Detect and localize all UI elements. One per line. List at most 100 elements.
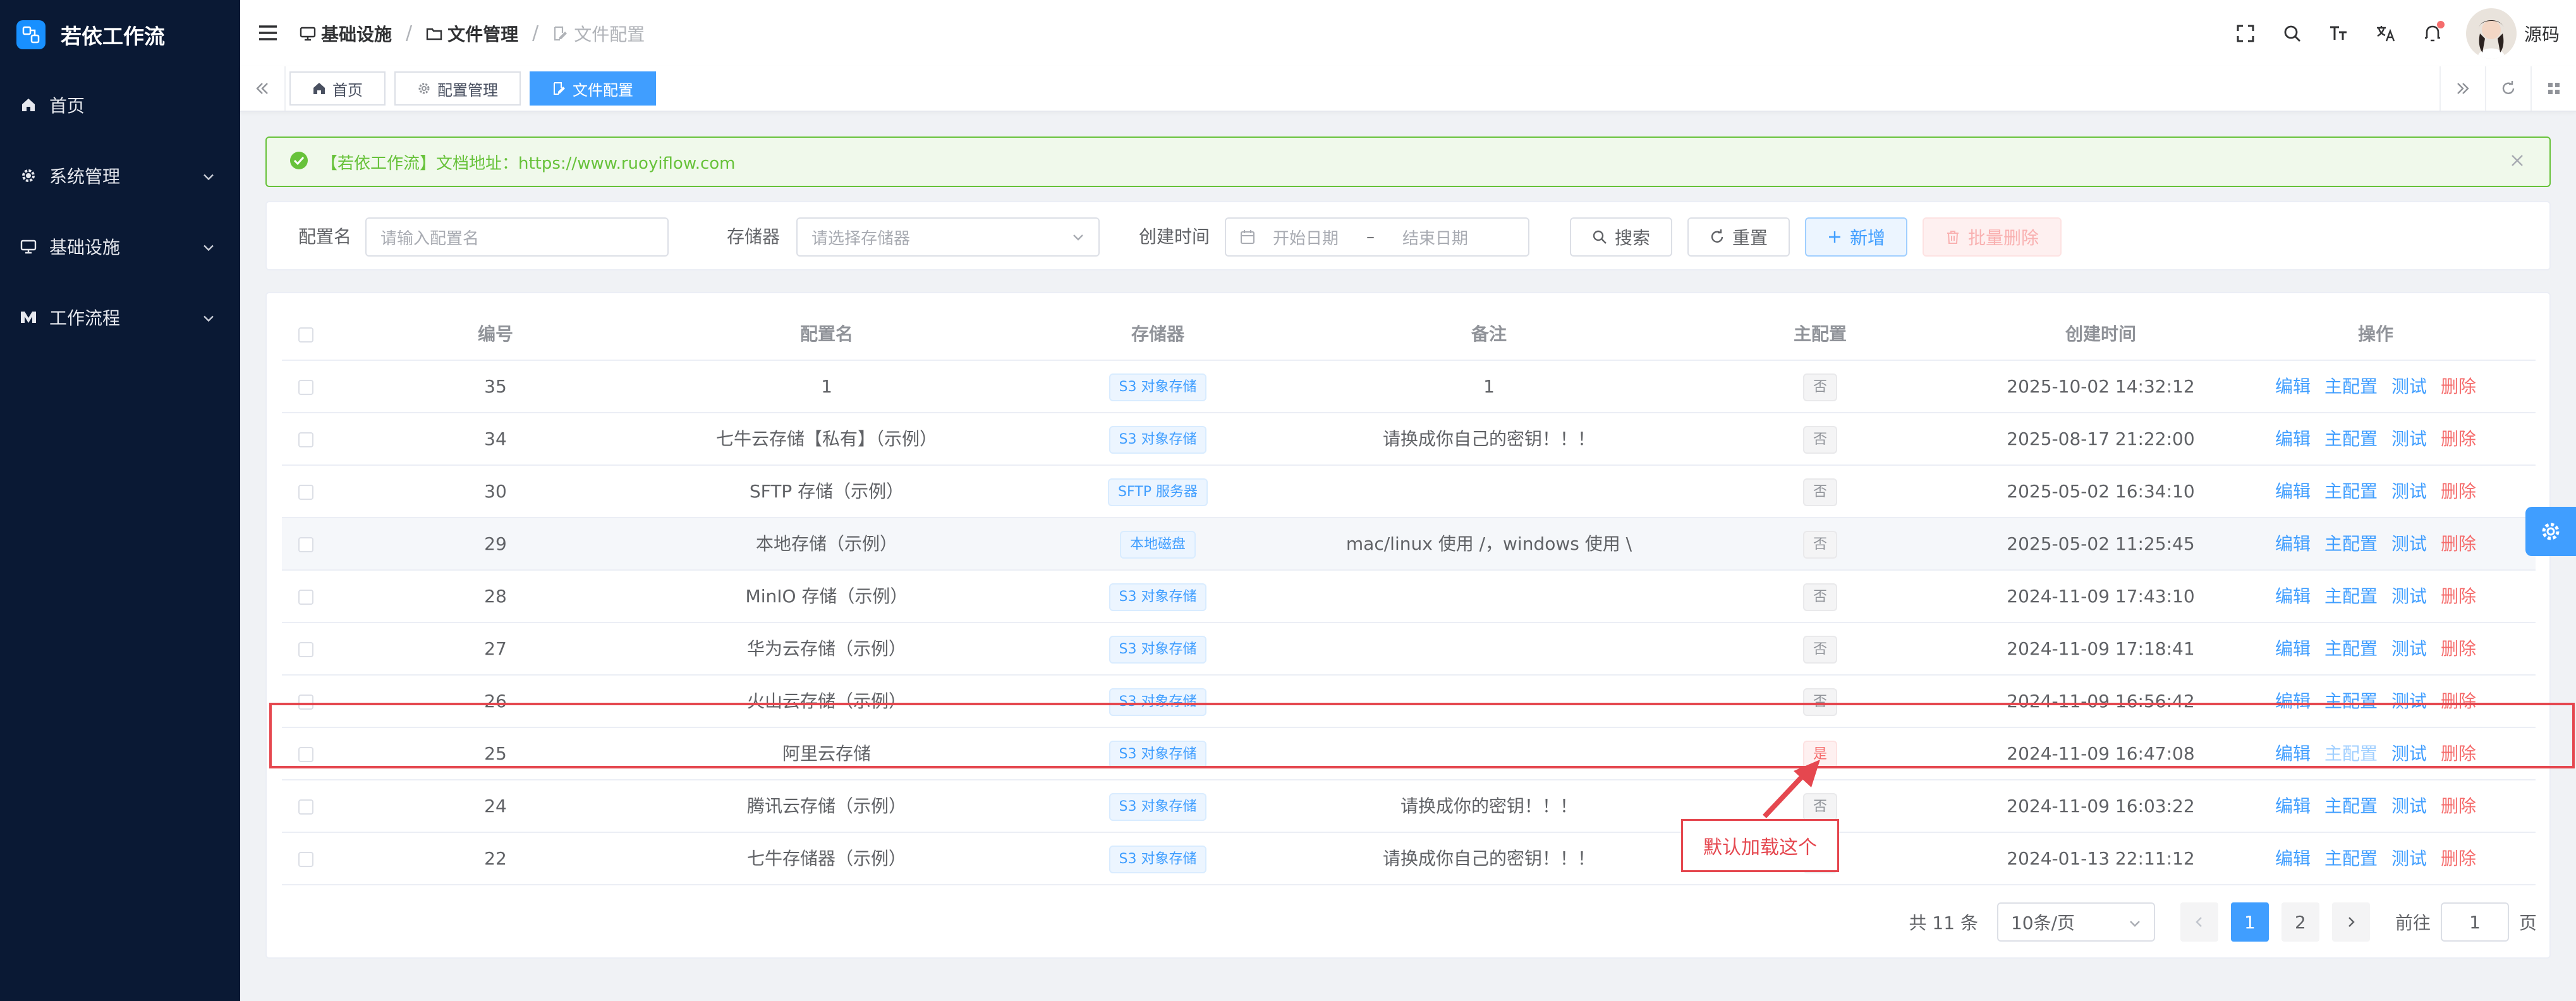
refresh-icon[interactable]: [2485, 66, 2530, 111]
test-link[interactable]: 测试: [2391, 518, 2427, 569]
test-link[interactable]: 测试: [2391, 833, 2427, 884]
page-size-select[interactable]: 10条/页: [1996, 902, 2155, 942]
storage-select[interactable]: 请选择存储器: [796, 217, 1100, 257]
delete-link[interactable]: 删除: [2441, 623, 2476, 674]
breadcrumb-item[interactable]: 基础设施: [300, 21, 392, 46]
add-button[interactable]: 新增: [1805, 217, 1907, 257]
set-master-link[interactable]: 主配置: [2324, 623, 2378, 674]
brand[interactable]: 若依工作流: [0, 0, 240, 70]
test-link[interactable]: 测试: [2391, 780, 2427, 832]
row-checkbox[interactable]: [298, 537, 313, 552]
edit-link[interactable]: 编辑: [2275, 833, 2311, 884]
test-link[interactable]: 测试: [2391, 623, 2427, 674]
table-row[interactable]: 29 本地存储（示例） 本地磁盘 mac/linux 使用 /，windows 使用 …: [282, 518, 2536, 571]
tab-config-management[interactable]: 配置管理: [394, 71, 521, 106]
reset-button[interactable]: 重置: [1687, 217, 1790, 257]
search-icon[interactable]: [2269, 15, 2316, 52]
close-icon[interactable]: [2510, 154, 2524, 170]
row-checkbox[interactable]: [298, 485, 313, 500]
breadcrumb-item[interactable]: 文件管理: [426, 21, 518, 46]
bell-icon[interactable]: [2409, 15, 2456, 52]
app-title: 若依工作流: [61, 24, 165, 49]
set-master-link[interactable]: 主配置: [2324, 571, 2378, 622]
hamburger-icon[interactable]: [257, 21, 279, 44]
delete-link[interactable]: 删除: [2441, 361, 2476, 412]
top-header: 基础设施 / 文件管理 / 文件配置 源码: [240, 0, 2576, 68]
set-master-link[interactable]: 主配置: [2324, 833, 2378, 884]
delete-link[interactable]: 删除: [2441, 833, 2476, 884]
font-size-icon[interactable]: [2316, 15, 2362, 52]
cell-actions: 编辑 主配置 测试 删除: [2216, 518, 2536, 569]
sidebar-item-infra[interactable]: 基础设施: [0, 211, 240, 282]
fullscreen-icon[interactable]: [2222, 15, 2269, 52]
table-row[interactable]: 22七牛存储器（示例）S3 对象存储请换成你自己的密钥！！！否2024-01-1…: [282, 833, 2536, 885]
row-checkbox[interactable]: [298, 642, 313, 657]
set-master-link[interactable]: 主配置: [2324, 413, 2378, 464]
delete-link[interactable]: 删除: [2441, 413, 2476, 464]
goto-page-input[interactable]: 1: [2440, 902, 2509, 942]
delete-link[interactable]: 删除: [2441, 466, 2476, 517]
delete-link[interactable]: 删除: [2441, 571, 2476, 622]
edit-link[interactable]: 编辑: [2275, 518, 2311, 569]
column-header-id[interactable]: 编号: [330, 308, 661, 360]
grid-menu-icon[interactable]: [2530, 66, 2576, 111]
column-header-storage[interactable]: 存储器: [992, 308, 1323, 360]
row-checkbox[interactable]: [298, 852, 313, 867]
set-master-link[interactable]: 主配置: [2324, 466, 2378, 517]
double-chevron-left-icon[interactable]: [240, 66, 286, 111]
sidebar-item-home[interactable]: 首页: [0, 70, 240, 140]
tab-home[interactable]: 首页: [289, 71, 386, 106]
next-page-button[interactable]: [2331, 902, 2370, 942]
row-checkbox[interactable]: [298, 799, 313, 815]
column-header-remark[interactable]: 备注: [1323, 308, 1655, 360]
edit-link[interactable]: 编辑: [2275, 413, 2311, 464]
table-row[interactable]: 34 七牛云存储【私有】（示例） S3 对象存储 请换成你自己的密钥！！！ 否 2025-…: [282, 413, 2536, 466]
cell-id: 34: [484, 428, 507, 449]
translate-icon[interactable]: [2362, 15, 2409, 52]
cell-storage: S3 对象存储: [992, 780, 1323, 832]
set-master-link[interactable]: 主配置: [2324, 518, 2378, 569]
tab-file-config[interactable]: 文件配置: [530, 71, 656, 106]
test-link[interactable]: 测试: [2391, 413, 2427, 464]
storage-tag: S3 对象存储: [1109, 846, 1207, 873]
page-button[interactable]: 2: [2281, 902, 2319, 942]
alert-text[interactable]: 【若依工作流】文档地址：https://www.ruoyiflow.com: [321, 150, 736, 174]
delete-link[interactable]: 删除: [2441, 518, 2476, 569]
column-header-master[interactable]: 主配置: [1655, 308, 1986, 360]
cell-created: 2024-11-09 17:18:41: [2007, 638, 2195, 659]
table-row[interactable]: 35 1 S3 对象存储 1 否 2025-10-02 14:32:12 编辑 主配置 测试 删除: [282, 361, 2536, 413]
row-checkbox[interactable]: [298, 590, 313, 605]
table-row[interactable]: 30 SFTP 存储（示例） SFTP 服务器 否 2025-05-02 16:34:1…: [282, 466, 2536, 518]
edit-link[interactable]: 编辑: [2275, 623, 2311, 674]
edit-link[interactable]: 编辑: [2275, 780, 2311, 832]
column-header-created[interactable]: 创建时间: [1986, 308, 2216, 360]
test-link[interactable]: 测试: [2391, 571, 2427, 622]
search-button[interactable]: 搜索: [1570, 217, 1672, 257]
sidebar-item-system[interactable]: 系统管理: [0, 140, 240, 211]
table-row[interactable]: 28 MinIO 存储（示例） S3 对象存储 否 2024-11-09 17:43:1…: [282, 571, 2536, 623]
table-row[interactable]: 27 华为云存储（示例） S3 对象存储 否 2024-11-09 17:18:41 编辑…: [282, 623, 2536, 676]
edit-link[interactable]: 编辑: [2275, 571, 2311, 622]
select-all-checkbox[interactable]: [298, 327, 313, 343]
sidebar-item-workflow[interactable]: 工作流程: [0, 282, 240, 353]
user-name[interactable]: 源码: [2524, 21, 2560, 46]
set-master-link[interactable]: 主配置: [2324, 780, 2378, 832]
table-row[interactable]: 24 腾讯云存储（示例） S3 对象存储 请换成你的密钥！！！否 2024-11-09 …: [282, 780, 2536, 833]
settings-float-button[interactable]: [2525, 507, 2576, 556]
date-range-picker[interactable]: 开始日期 – 结束日期: [1225, 217, 1529, 257]
test-link[interactable]: 测试: [2391, 466, 2427, 517]
test-link[interactable]: 测试: [2391, 361, 2427, 412]
row-checkbox[interactable]: [298, 380, 313, 395]
row-checkbox[interactable]: [298, 432, 313, 447]
avatar[interactable]: [2465, 8, 2517, 59]
batch-delete-button[interactable]: 批量删除: [1923, 217, 2062, 257]
prev-page-button[interactable]: [2180, 902, 2218, 942]
column-header-name[interactable]: 配置名: [661, 308, 992, 360]
delete-link[interactable]: 删除: [2441, 780, 2476, 832]
config-name-input[interactable]: 请输入配置名: [365, 217, 669, 257]
edit-link[interactable]: 编辑: [2275, 466, 2311, 517]
set-master-link[interactable]: 主配置: [2324, 361, 2378, 412]
page-button[interactable]: 1: [2230, 902, 2269, 942]
edit-link[interactable]: 编辑: [2275, 361, 2311, 412]
double-chevron-right-icon[interactable]: [2439, 66, 2485, 111]
